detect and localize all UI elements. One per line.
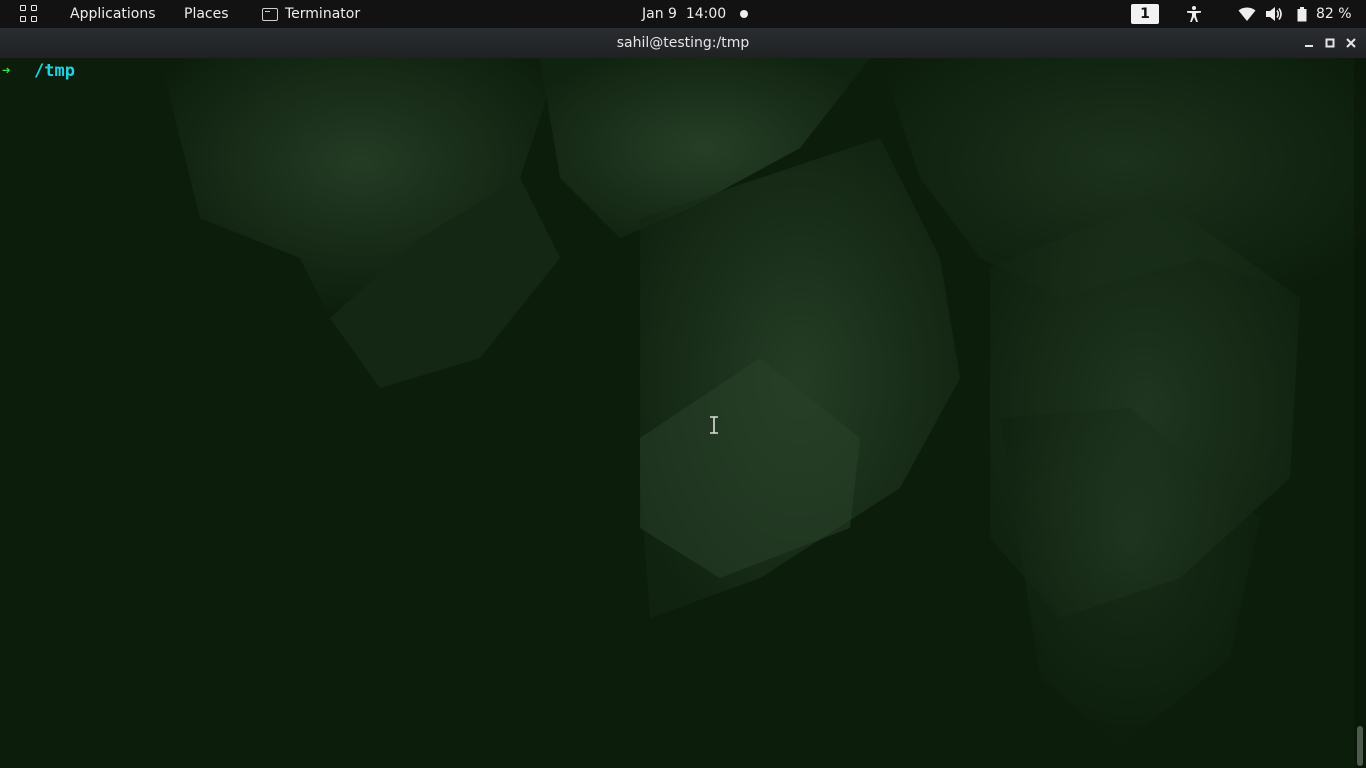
terminal-icon bbox=[262, 7, 278, 21]
applications-label: Applications bbox=[70, 6, 156, 22]
clock-menu[interactable]: Jan 9 14:00 bbox=[642, 0, 749, 28]
leaf-wallpaper-background bbox=[0, 58, 1366, 768]
app-menu-terminator[interactable]: Terminator bbox=[262, 0, 360, 28]
terminal-pane[interactable]: ➜ /tmp bbox=[0, 58, 1366, 768]
applications-menu[interactable]: Applications bbox=[70, 0, 156, 28]
workspace-indicator[interactable]: 1 bbox=[1131, 4, 1159, 24]
app-name-label: Terminator bbox=[285, 6, 361, 22]
prompt-arrow: ➜ bbox=[2, 63, 11, 79]
top-panel: Applications Places Terminator Jan 9 14:… bbox=[0, 0, 1366, 28]
volume-icon[interactable] bbox=[1265, 6, 1283, 22]
maximize-icon[interactable] bbox=[1323, 36, 1337, 50]
clock-label: Jan 9 14:00 bbox=[642, 6, 727, 22]
battery-percentage[interactable]: 82 % bbox=[1316, 0, 1352, 28]
wifi-icon[interactable] bbox=[1238, 6, 1256, 22]
grid-icon[interactable] bbox=[20, 5, 38, 23]
scrollbar-thumb[interactable] bbox=[1357, 726, 1363, 766]
prompt-directory: /tmp bbox=[34, 61, 75, 81]
battery-icon[interactable] bbox=[1297, 7, 1307, 22]
window-title: sahil@testing:/tmp bbox=[616, 35, 750, 51]
places-menu[interactable]: Places bbox=[184, 0, 229, 28]
accessibility-icon[interactable] bbox=[1185, 5, 1203, 23]
minimize-icon[interactable] bbox=[1302, 36, 1316, 50]
places-label: Places bbox=[184, 6, 229, 22]
prompt-line: ➜ /tmp bbox=[2, 61, 75, 81]
terminal-scrollbar[interactable] bbox=[1354, 58, 1366, 768]
notification-dot-icon bbox=[740, 10, 749, 18]
close-icon[interactable] bbox=[1344, 36, 1358, 50]
text-cursor-icon bbox=[710, 416, 718, 434]
window-titlebar[interactable]: sahil@testing:/tmp bbox=[0, 28, 1366, 58]
